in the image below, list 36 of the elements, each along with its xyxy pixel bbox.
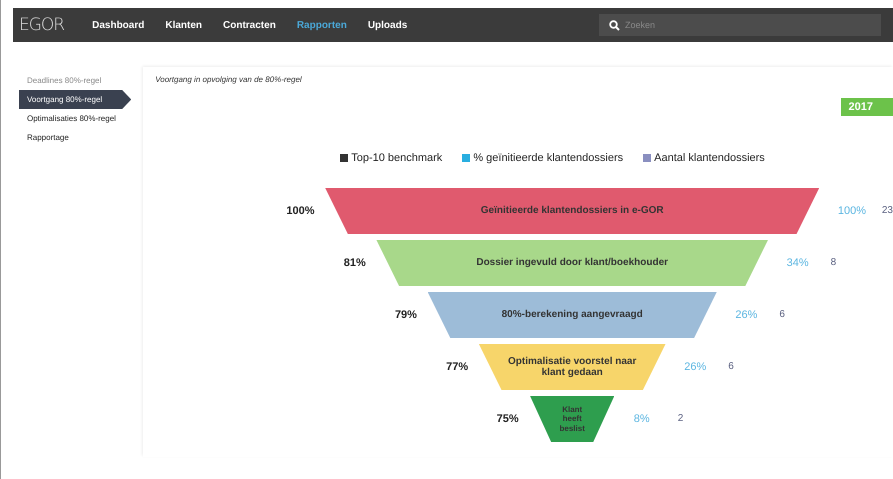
report-title: Voortgang in opvolging van de 80%-regel [155, 75, 303, 84]
nav-link[interactable]: Klanten [165, 20, 202, 30]
count-value: 2 [678, 413, 684, 425]
legend-label: % geïnitieerde klantendossiers [473, 152, 624, 164]
search-field[interactable]: Zoeken [599, 14, 881, 36]
year-badge: 2017 [840, 98, 893, 116]
segment-label: Klant heeft beslist [558, 405, 586, 433]
count-value: 8 [830, 257, 836, 269]
benchmark-value: 75% [496, 413, 519, 425]
sidebar-item[interactable]: Voortgang 80%-regel [19, 90, 132, 109]
percent-value: 26% [735, 309, 758, 321]
percent-value: 26% [684, 361, 708, 373]
sidebar-item[interactable]: Rapportage [19, 128, 132, 147]
segment-label: 80%-berekening aangevraagd [502, 309, 643, 321]
legend-label: Aantal klantendossiers [654, 152, 765, 164]
segment-label: Dossier ingevuld door klant/boekhouder [476, 257, 668, 269]
percent-value: 8% [634, 413, 651, 425]
benchmark-value: 77% [446, 361, 468, 373]
nav-link[interactable]: Dashboard [92, 20, 144, 30]
nav-link[interactable]: Contracten [223, 20, 276, 30]
segment-label: Optimalisatie voorstel naar klant gedaan [507, 356, 638, 378]
nav-link[interactable]: Rapporten [296, 20, 347, 30]
count-value: 6 [728, 361, 734, 373]
segment-label: Geïnitieerde klantendossiers in e-GOR [480, 205, 664, 217]
benchmark-value: 79% [394, 309, 417, 321]
benchmark-value: 81% [344, 257, 366, 269]
nav-link[interactable]: Uploads [368, 20, 408, 30]
sidebar-item[interactable]: Optimalisaties 80%-regel [19, 109, 132, 128]
sidebar-item[interactable]: Deadlines 80%-regel [19, 71, 132, 90]
percent-value: 34% [786, 257, 810, 269]
count-value: 6 [779, 309, 785, 321]
benchmark-value: 100% [286, 205, 315, 217]
app-logo[interactable]: EGOR [19, 15, 64, 35]
legend-label: Top-10 benchmark [351, 152, 442, 164]
percent-value: 100% [838, 205, 868, 217]
count-value: 23 [882, 205, 893, 217]
